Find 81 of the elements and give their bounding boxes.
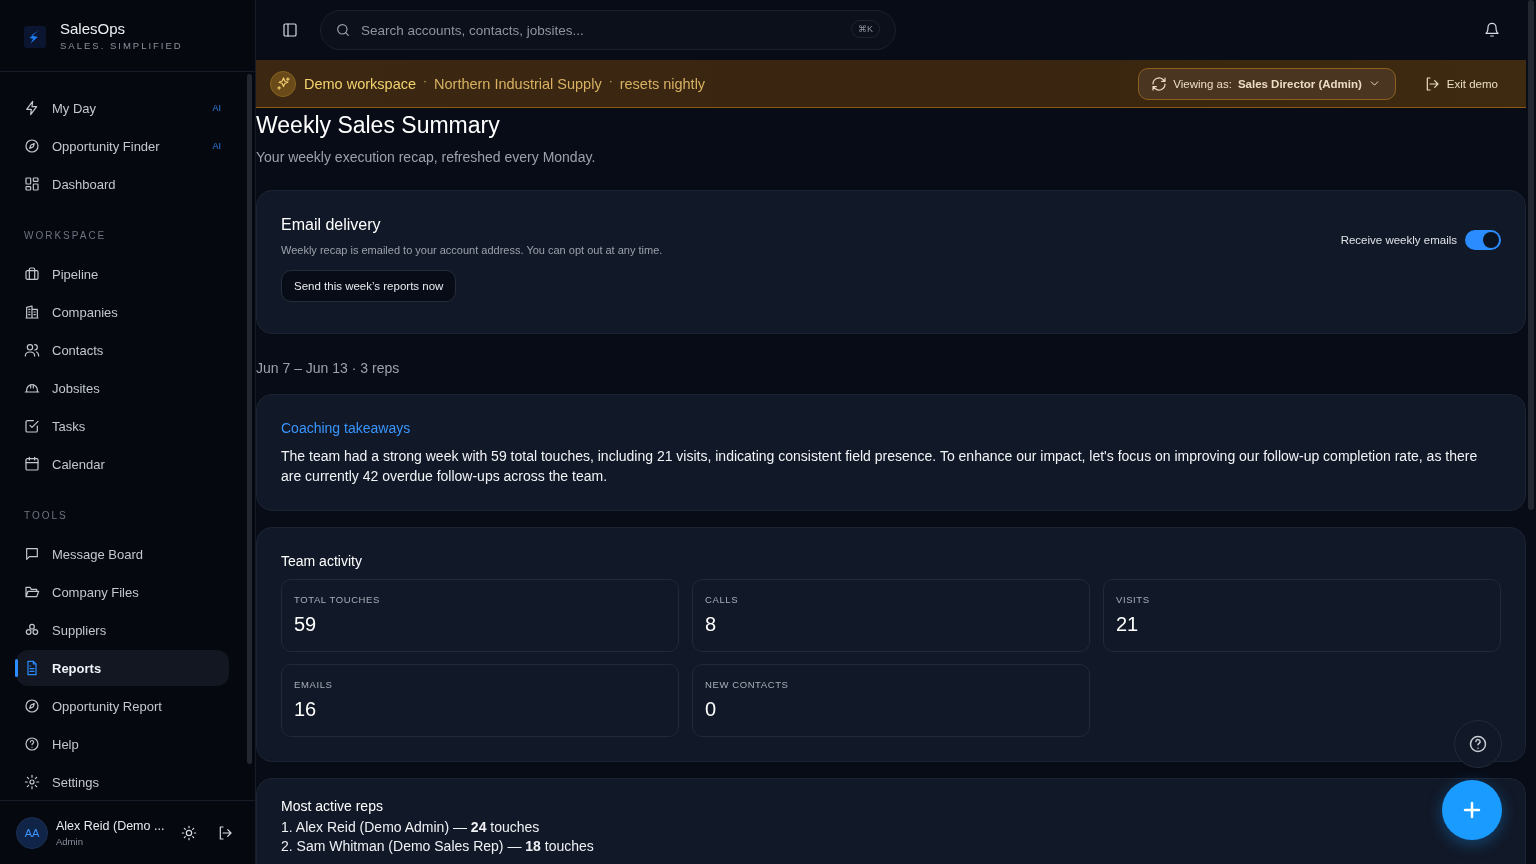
separator-dot: · [608, 73, 613, 88]
stat-value: 16 [294, 698, 318, 721]
sidebar-item[interactable]: Company Files [16, 574, 229, 610]
logo-icon [24, 26, 46, 48]
checkbox-icon [24, 418, 40, 434]
calendar-icon [24, 456, 40, 472]
stat-value: 21 [1116, 613, 1140, 636]
sidebar-item[interactable]: Companies [16, 294, 229, 330]
toggle-switch[interactable] [1465, 230, 1501, 250]
briefcase-icon [24, 266, 40, 282]
building-icon [24, 304, 40, 320]
folder-icon [24, 584, 40, 600]
section-heading: WORKSPACE [23, 230, 108, 243]
role-dropdown[interactable]: Viewing as: Sales Director (Admin) [1138, 67, 1396, 100]
card-title: Most active reps [281, 798, 383, 814]
refresh-icon [1151, 75, 1168, 92]
page-title: Weekly Sales Summary [256, 112, 501, 139]
sidebar-item[interactable]: Help [16, 726, 229, 762]
coaching-text: The team had a strong week with 59 total touches, including 21 visits, indicating consistent field presence. To enhance our impact, let's focus on improving our follow-up completion rate, as there are currently 42 overdue follow-ups across the team. [281, 447, 1479, 486]
section-heading: TOOLS [23, 510, 69, 523]
toggle-label: Receive weekly emails [1340, 234, 1457, 246]
stat-value: 8 [705, 613, 718, 636]
ai-label: AI [212, 141, 221, 151]
sidebar-item[interactable]: My Day AI [16, 90, 229, 126]
page-subtitle: Your weekly execution recap, refreshed every Monday. [256, 149, 597, 165]
stat-value: 59 [294, 613, 318, 636]
lightning-icon [24, 100, 40, 116]
banner-text: resets nightly [619, 75, 706, 92]
stat-value: 0 [705, 698, 718, 721]
sidebar-item[interactable]: Opportunity Report [16, 688, 229, 724]
user-name: Alex Reid (Demo ... [56, 818, 166, 833]
user-role: Admin [56, 835, 84, 847]
stat-label: VISITS [1116, 594, 1151, 605]
sidebar-item[interactable]: Message Board [16, 536, 229, 572]
sun-icon [181, 824, 197, 841]
sidebar-item[interactable]: Reports [16, 650, 229, 686]
date-range: Jun 7 – Jun 13 · 3 reps [256, 360, 401, 376]
sidebar-item[interactable]: Pipeline [16, 256, 229, 292]
sidebar-item[interactable]: Tasks [16, 408, 229, 444]
sidebar-item[interactable]: Calendar [16, 446, 229, 482]
panel-icon [282, 22, 298, 38]
app-name: SalesOps [60, 20, 127, 37]
send-reports-button[interactable]: Send this week’s reports now [281, 270, 457, 302]
grid-icon [24, 176, 40, 192]
separator-dot: · [423, 73, 427, 88]
logout-icon [217, 824, 233, 841]
card-description: Weekly recap is emailed to your account address. You can opt out at any time. [281, 244, 663, 256]
card-title: Team activity [281, 553, 362, 569]
banner-text: Northern Industrial Supply [434, 75, 602, 92]
sidebar-item[interactable]: Contacts [16, 332, 229, 368]
stat-label: EMAILS [294, 679, 334, 690]
banner-title: Demo workspace [304, 75, 416, 92]
search-icon [335, 22, 351, 38]
bell-icon [1484, 22, 1500, 38]
exit-demo-button[interactable]: Exit demo [1401, 75, 1512, 92]
avatar: AA [16, 816, 48, 849]
stat-label: TOTAL TOUCHES [294, 594, 381, 605]
compass-icon [24, 138, 40, 154]
sidebar-item[interactable]: Jobsites [16, 370, 229, 406]
rep-entry: 2. Sam Whitman (Demo Sales Rep) — 18 touches [281, 837, 594, 855]
card-title: Email delivery [281, 216, 381, 234]
message-icon [24, 546, 40, 562]
stat-label: CALLS [705, 594, 740, 605]
compass-icon [24, 698, 40, 714]
sidebar-item[interactable]: Dashboard [16, 166, 229, 202]
help-icon [1468, 734, 1488, 754]
help-icon [24, 736, 40, 752]
stat-label: NEW CONTACTS [705, 679, 790, 690]
app-tagline: SALES. SIMPLIFIED [60, 40, 183, 51]
sparkle-icon [270, 70, 296, 97]
sidebar-item[interactable]: Settings [16, 764, 229, 800]
sidebar-item[interactable]: Suppliers [16, 612, 229, 648]
sidebar-item[interactable]: Opportunity Finder AI [16, 128, 229, 164]
rep-entry: 1. Alex Reid (Demo Admin) — 24 touches [281, 818, 540, 836]
users-icon [24, 342, 40, 358]
scrollbar[interactable] [247, 74, 252, 764]
document-icon [24, 660, 40, 676]
boxes-icon [24, 622, 40, 638]
card-title: Coaching takeaways [281, 420, 411, 436]
scrollbar[interactable] [1528, 0, 1534, 510]
ai-label: AI [212, 103, 221, 113]
